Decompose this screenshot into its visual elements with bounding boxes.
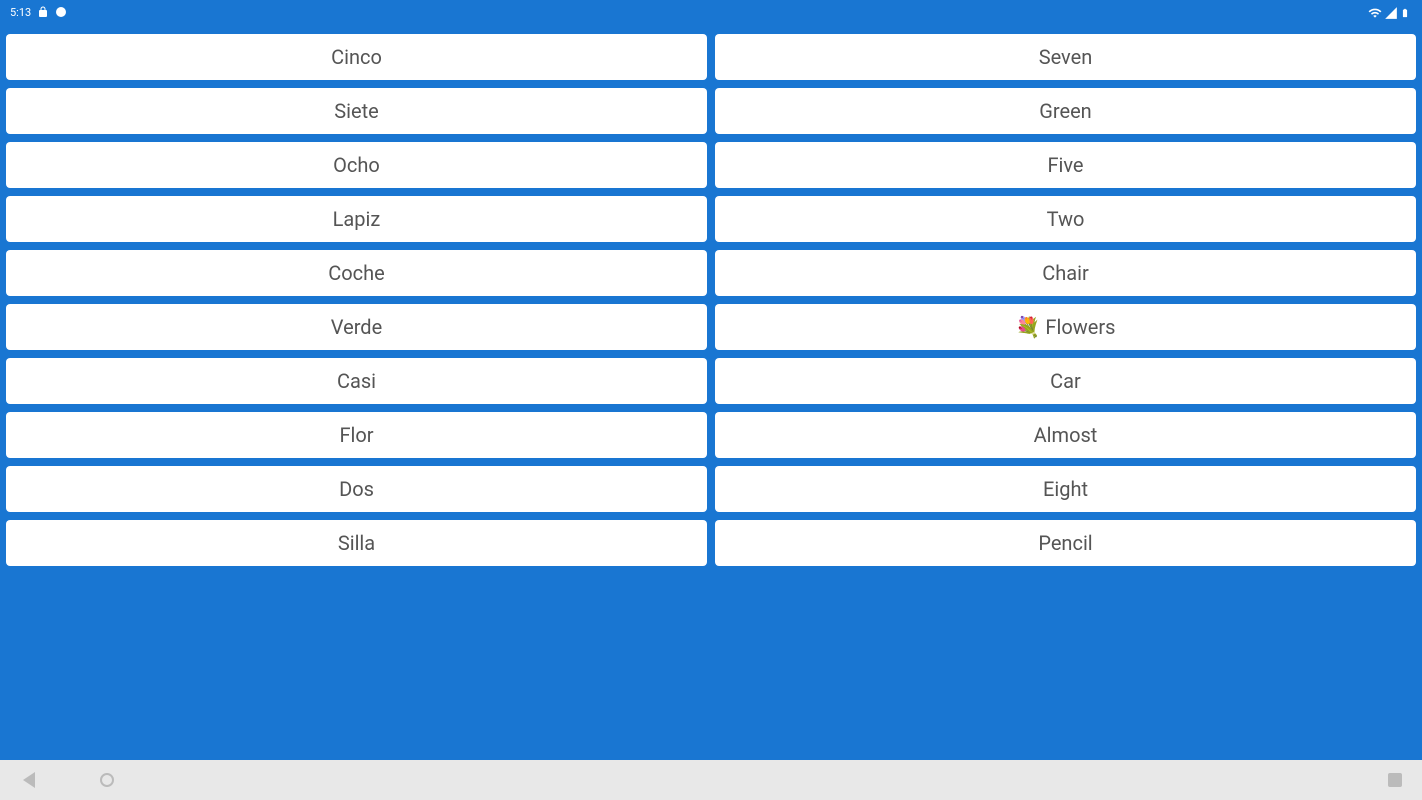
signal-icon	[1384, 6, 1396, 18]
left-card-0[interactable]: Cinco	[6, 34, 707, 80]
right-card-9[interactable]: Pencil	[715, 520, 1416, 566]
wifi-icon	[1368, 6, 1380, 18]
nav-home-button[interactable]	[98, 771, 116, 789]
right-column: Seven Green Five Two Chair 💐 Flowers Car Almost…	[715, 34, 1416, 566]
right-card-7[interactable]: Almost	[715, 412, 1416, 458]
status-time: 5:13	[10, 6, 31, 19]
nav-group-left	[20, 771, 116, 789]
left-card-label: Flor	[339, 423, 373, 447]
lock-icon	[37, 6, 49, 18]
home-icon	[100, 773, 114, 787]
right-card-label: Car	[1050, 369, 1081, 393]
left-card-label: Verde	[331, 315, 382, 339]
right-card-2[interactable]: Five	[715, 142, 1416, 188]
right-card-label: Pencil	[1038, 531, 1092, 555]
left-card-label: Lapiz	[333, 207, 381, 231]
content-area: Cinco Siete Ocho Lapiz Coche Verde Casi Flor Dos…	[0, 24, 1422, 566]
left-card-label: Cinco	[331, 45, 382, 69]
right-card-label: Five	[1047, 153, 1083, 177]
right-card-5[interactable]: 💐 Flowers	[715, 304, 1416, 350]
left-card-label: Dos	[339, 477, 374, 501]
right-card-6[interactable]: Car	[715, 358, 1416, 404]
right-card-label: Chair	[1042, 261, 1089, 285]
left-card-label: Silla	[338, 531, 375, 555]
left-card-5[interactable]: Verde	[6, 304, 707, 350]
left-card-3[interactable]: Lapiz	[6, 196, 707, 242]
nav-back-button[interactable]	[20, 771, 38, 789]
status-bar: 5:13	[0, 0, 1422, 24]
battery-icon	[1400, 6, 1412, 18]
right-card-3[interactable]: Two	[715, 196, 1416, 242]
left-card-2[interactable]: Ocho	[6, 142, 707, 188]
right-card-0[interactable]: Seven	[715, 34, 1416, 80]
left-card-7[interactable]: Flor	[6, 412, 707, 458]
left-card-1[interactable]: Siete	[6, 88, 707, 134]
left-card-label: Coche	[328, 261, 385, 285]
nav-bar	[0, 760, 1422, 800]
left-card-label: Siete	[334, 99, 379, 123]
right-card-label: 💐 Flowers	[1016, 315, 1116, 339]
status-right	[1368, 6, 1412, 18]
right-card-1[interactable]: Green	[715, 88, 1416, 134]
left-card-9[interactable]: Silla	[6, 520, 707, 566]
left-card-6[interactable]: Casi	[6, 358, 707, 404]
left-card-4[interactable]: Coche	[6, 250, 707, 296]
nav-recent-button[interactable]	[1384, 771, 1402, 789]
right-card-label: Seven	[1039, 45, 1093, 69]
unknown-icon	[55, 6, 67, 18]
back-icon	[23, 772, 35, 788]
recent-icon	[1388, 773, 1402, 787]
right-card-label: Two	[1047, 207, 1085, 231]
right-card-label: Eight	[1043, 477, 1088, 501]
right-card-4[interactable]: Chair	[715, 250, 1416, 296]
left-column: Cinco Siete Ocho Lapiz Coche Verde Casi Flor Dos…	[6, 34, 707, 566]
right-card-label: Almost	[1034, 423, 1098, 447]
left-card-8[interactable]: Dos	[6, 466, 707, 512]
right-card-8[interactable]: Eight	[715, 466, 1416, 512]
left-card-label: Casi	[337, 369, 376, 393]
status-left: 5:13	[10, 6, 67, 19]
right-card-label: Green	[1039, 99, 1091, 123]
left-card-label: Ocho	[333, 153, 380, 177]
